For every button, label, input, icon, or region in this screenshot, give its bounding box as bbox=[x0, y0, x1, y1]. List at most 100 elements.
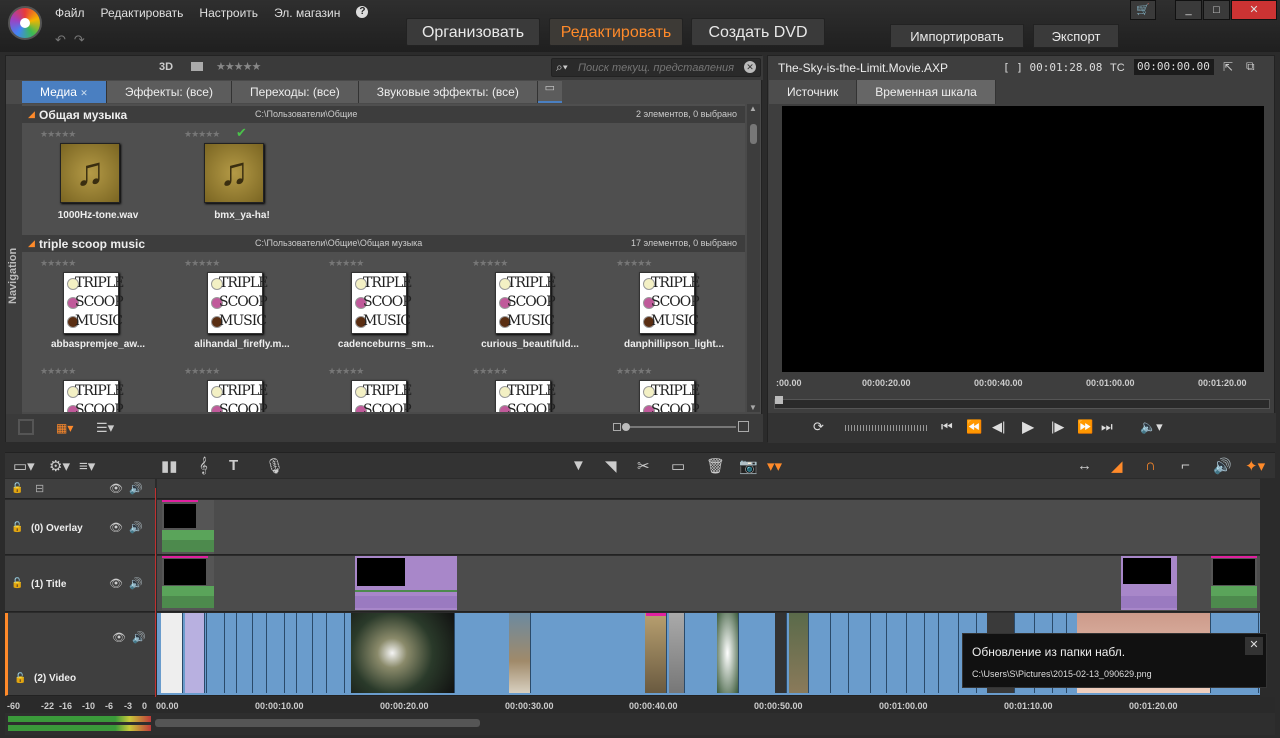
marker-left-icon[interactable]: ▼ bbox=[571, 457, 586, 474]
video-clip[interactable] bbox=[237, 613, 253, 693]
smart-movie-icon[interactable]: ◢ bbox=[1111, 457, 1123, 475]
collapse-icon[interactable]: ◢ bbox=[28, 109, 35, 120]
close-notification-button[interactable]: ✕ bbox=[1245, 637, 1263, 655]
media-item[interactable]: ★★★★★ ♫ 1000Hz-tone.wav bbox=[40, 129, 170, 239]
dark-clip[interactable] bbox=[775, 613, 787, 693]
video-clip[interactable] bbox=[253, 613, 267, 693]
magnet-icon[interactable]: ∩ bbox=[1145, 457, 1156, 474]
tab-source[interactable]: Источник bbox=[769, 80, 858, 104]
previous-icon[interactable]: ⏪ bbox=[966, 419, 982, 435]
eye-icon[interactable]: 👁 bbox=[109, 521, 123, 534]
video-clip[interactable] bbox=[207, 613, 225, 693]
white-clip[interactable] bbox=[161, 613, 183, 693]
menu-file[interactable]: Файл bbox=[55, 6, 85, 20]
media-item[interactable]: ★★★★★TRIPLESCOOPMUSIC bbox=[40, 366, 170, 412]
audio-scrub-icon[interactable]: 🔊 bbox=[1213, 457, 1232, 475]
item-rating[interactable]: ★★★★★ bbox=[472, 366, 508, 377]
tag-icon[interactable] bbox=[191, 62, 203, 71]
media-item[interactable]: ★★★★★ TRIPLE SCOOP MUSIC danphillipson_light… bbox=[616, 258, 745, 368]
scrubber-handle[interactable] bbox=[775, 396, 783, 404]
3d-filter[interactable]: 3D bbox=[159, 61, 173, 73]
timecode-field[interactable]: 00:00:00.00 bbox=[1134, 59, 1214, 75]
media-item[interactable]: ★★★★★TRIPLESCOOPMUSIC bbox=[328, 366, 458, 412]
zoom-slider-handle[interactable] bbox=[622, 423, 630, 431]
item-rating[interactable]: ★★★★★ bbox=[40, 366, 76, 377]
group-header[interactable]: ◢ triple scoop music C:\Пользователи\Общ… bbox=[22, 235, 745, 252]
media-item[interactable]: ★★★★★TRIPLESCOOPMUSIC bbox=[184, 366, 314, 412]
audio-mixer-icon[interactable]: ▮▮ bbox=[161, 457, 178, 475]
overlay-track[interactable] bbox=[157, 500, 1260, 555]
media-item[interactable]: ★★★★★ ✔ ♫ bmx_ya-ha! bbox=[184, 125, 314, 239]
media-item[interactable]: ★★★★★TRIPLESCOOPMUSIC bbox=[472, 366, 602, 412]
eye-icon[interactable]: 👁 bbox=[109, 577, 123, 590]
timeline-scrollbar[interactable] bbox=[155, 719, 480, 727]
title-text-icon[interactable]: T bbox=[229, 457, 238, 474]
external-window-icon[interactable]: ⧉ bbox=[1246, 59, 1255, 74]
menu-setup[interactable]: Настроить bbox=[199, 6, 258, 20]
media-item[interactable]: ★★★★★ TRIPLE SCOOP MUSIC alihandal_firefly.m… bbox=[184, 258, 314, 368]
undo-icon[interactable]: ↶ bbox=[55, 32, 66, 48]
master-monitor-icon[interactable]: ⊟ bbox=[35, 482, 44, 495]
snapshot-camera-icon[interactable]: 📷 bbox=[739, 457, 758, 475]
step-back-icon[interactable]: ◀| bbox=[992, 419, 1005, 435]
tab-transitions[interactable]: Переходы: (все) bbox=[231, 81, 359, 103]
split-clip-icon[interactable]: ▭ bbox=[671, 457, 685, 475]
road-clip[interactable] bbox=[509, 613, 531, 693]
video-clip[interactable] bbox=[831, 613, 849, 693]
video-clip[interactable] bbox=[327, 613, 345, 693]
close-tab-icon[interactable]: ✕ bbox=[80, 88, 88, 98]
tree-clip[interactable] bbox=[645, 613, 667, 693]
lavender-clip[interactable] bbox=[185, 613, 205, 693]
speaker-icon[interactable]: 🔊 bbox=[129, 577, 143, 590]
media-item[interactable]: ★★★★★TRIPLESCOOPMUSIC bbox=[616, 366, 745, 412]
item-rating[interactable]: ★★★★★ bbox=[184, 366, 220, 377]
lock-icon[interactable]: 🔓 bbox=[11, 522, 23, 533]
redo-icon[interactable]: ↷ bbox=[74, 32, 85, 48]
item-rating[interactable]: ★★★★★ bbox=[328, 366, 364, 377]
corner-icon[interactable] bbox=[18, 419, 34, 435]
magic-wand-icon[interactable]: ✦▾ bbox=[1245, 457, 1265, 475]
video-clip[interactable] bbox=[939, 613, 959, 693]
marker-right-icon[interactable]: ◥ bbox=[605, 457, 617, 475]
store-cart-icon[interactable]: 🛒 bbox=[1130, 0, 1156, 20]
item-rating[interactable]: ★★★★★ bbox=[184, 129, 220, 140]
step-forward-icon[interactable]: |▶ bbox=[1051, 419, 1064, 435]
speaker-icon[interactable]: 🔊 bbox=[132, 631, 146, 644]
export-button[interactable]: Экспорт bbox=[1033, 24, 1119, 48]
video-clip[interactable] bbox=[225, 613, 237, 693]
media-item[interactable]: ★★★★★ TRIPLE SCOOP MUSIC curious_beautifuld.… bbox=[472, 258, 602, 368]
video-clip[interactable] bbox=[313, 613, 327, 693]
navigation-strip[interactable]: Navigation bbox=[6, 104, 22, 414]
eye-icon[interactable]: 👁 bbox=[112, 631, 126, 644]
forest-clip[interactable] bbox=[789, 613, 809, 693]
item-rating[interactable]: ★★★★★ bbox=[616, 258, 652, 269]
group-header[interactable]: ◢ Общая музыка C:\Пользователи\Общие 2 э… bbox=[22, 106, 745, 123]
dynamic-length-icon[interactable]: ↔ bbox=[1077, 457, 1092, 474]
rating-filter[interactable]: ★★★★★ bbox=[216, 60, 261, 73]
scroll-thumb[interactable] bbox=[750, 124, 757, 144]
razor-icon[interactable]: ✂ bbox=[637, 457, 650, 475]
zoom-out-icon[interactable] bbox=[613, 423, 621, 431]
shuttle-slider[interactable] bbox=[845, 425, 927, 431]
tab-media[interactable]: Медиа ✕ bbox=[22, 81, 107, 103]
clear-search-icon[interactable]: ✕ bbox=[744, 61, 756, 73]
transition-mode-icon[interactable]: ⌐ bbox=[1181, 457, 1190, 474]
video-clip[interactable] bbox=[849, 613, 871, 693]
gear-icon[interactable]: ⚙▾ bbox=[49, 457, 70, 475]
grid-view-icon[interactable]: ▦▾ bbox=[56, 421, 73, 435]
blossom-clip[interactable] bbox=[717, 613, 739, 693]
import-button[interactable]: Импортировать bbox=[890, 24, 1024, 48]
lock-icon[interactable]: 🔓 bbox=[11, 483, 23, 494]
minimize-button[interactable]: _ bbox=[1175, 0, 1202, 20]
title-track[interactable] bbox=[157, 556, 1260, 612]
organize-button[interactable]: Организовать bbox=[406, 18, 540, 46]
title-clip[interactable] bbox=[1121, 556, 1177, 610]
search-input[interactable] bbox=[578, 61, 736, 75]
app-logo-icon[interactable] bbox=[8, 6, 42, 40]
lock-icon[interactable]: 🔓 bbox=[11, 578, 23, 589]
scroll-up-icon[interactable]: ▲ bbox=[749, 104, 757, 113]
maximize-button[interactable]: □ bbox=[1203, 0, 1230, 20]
search-icon[interactable]: ⌕▾ bbox=[556, 60, 568, 75]
video-clip[interactable] bbox=[267, 613, 285, 693]
next-icon[interactable]: ⏩ bbox=[1077, 419, 1093, 435]
